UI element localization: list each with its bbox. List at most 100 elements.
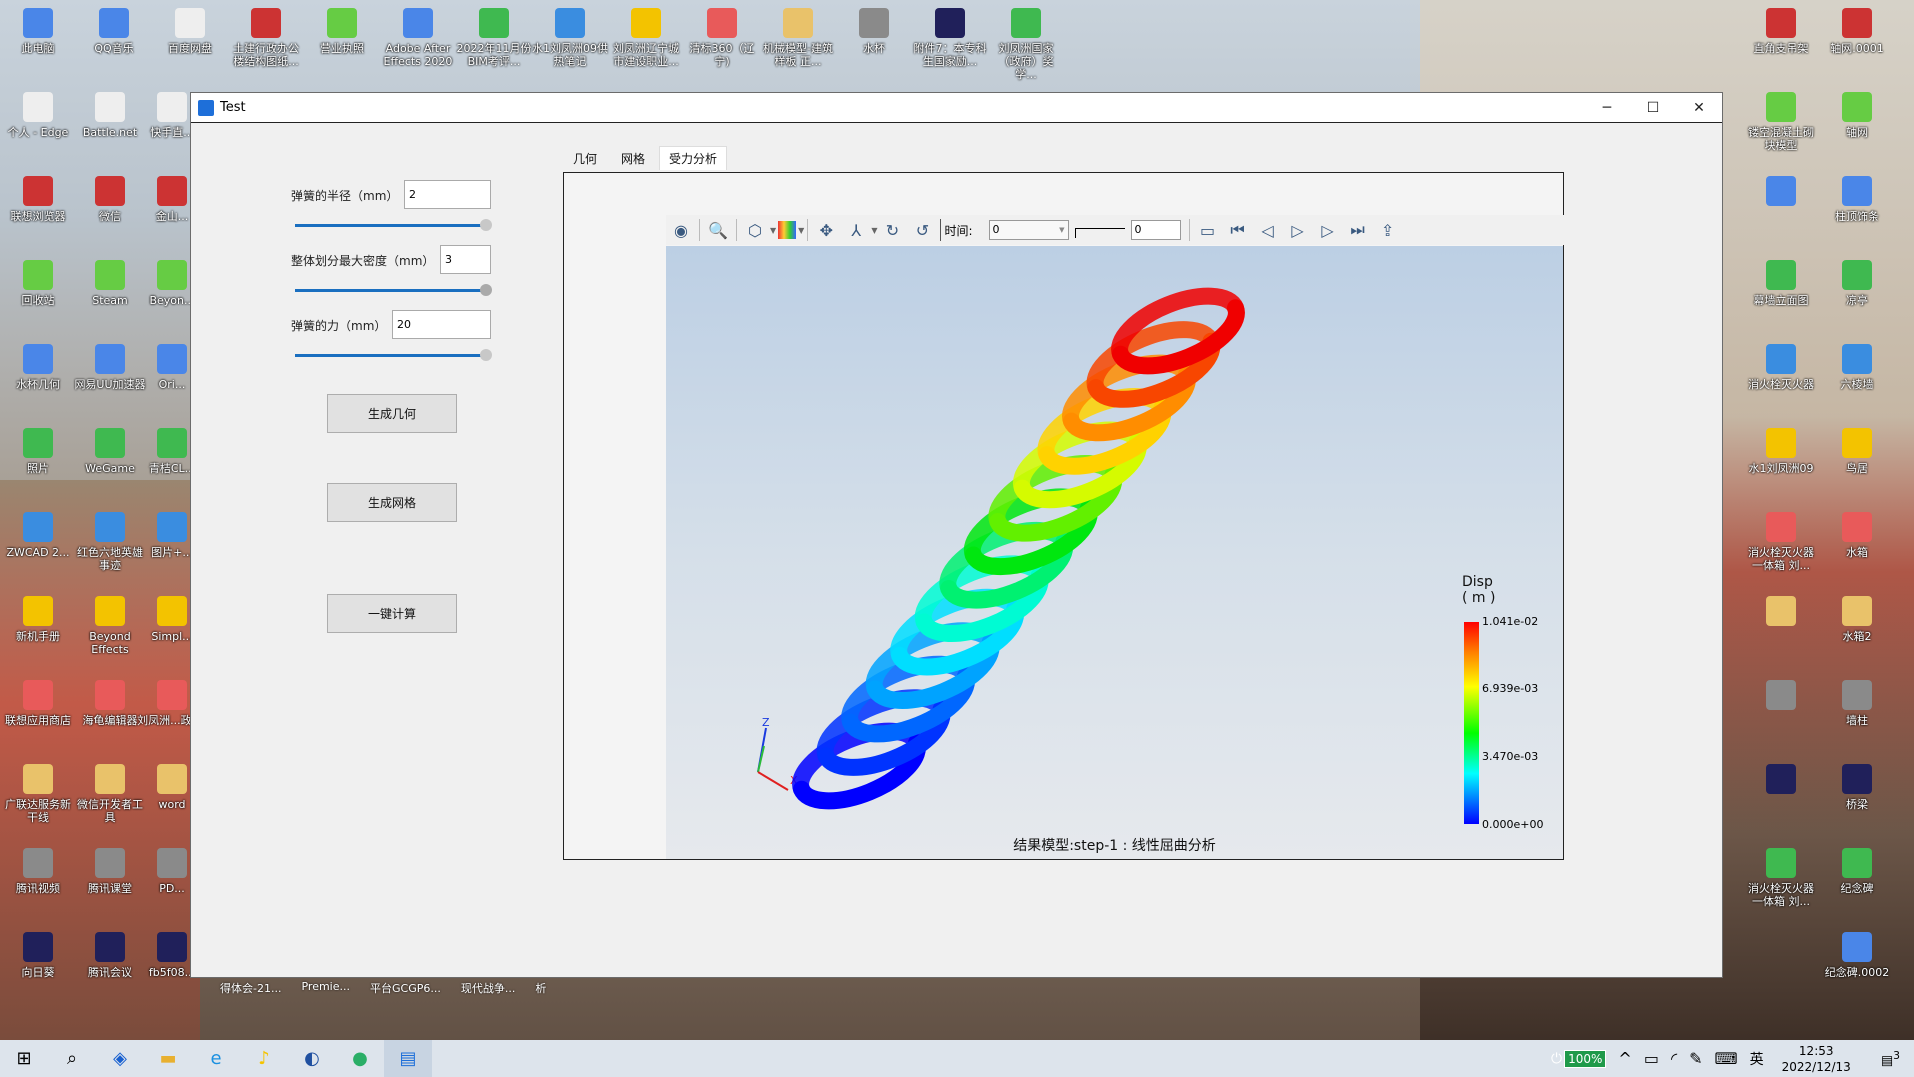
- desktop-icon[interactable]: 鸟居: [1819, 420, 1895, 504]
- desktop-icon[interactable]: 墙柱: [1819, 672, 1895, 756]
- desktop-icon[interactable]: [1743, 168, 1819, 252]
- camera-icon[interactable]: ◉: [668, 218, 694, 242]
- desktop-icon[interactable]: 刘凤洲辽宁城市建设职业...: [608, 0, 684, 84]
- desktop-icon[interactable]: 凉亭: [1819, 252, 1895, 336]
- rotate-ccw-icon[interactable]: ↺: [909, 218, 935, 242]
- desktop-icon[interactable]: 百度网盘: [152, 0, 228, 84]
- zoom-icon[interactable]: 🔍: [705, 218, 731, 242]
- chevron-down-icon[interactable]: ▼: [770, 226, 776, 235]
- desktop-icon[interactable]: 直角支吊架: [1743, 0, 1819, 84]
- desktop-icon[interactable]: 联想应用商店: [0, 672, 76, 756]
- desktop-icon[interactable]: 此电脑: [0, 0, 76, 84]
- force-input[interactable]: 20: [392, 310, 491, 339]
- desktop-icon[interactable]: 柱顶饰条: [1819, 168, 1895, 252]
- chevron-down-icon[interactable]: ▼: [871, 226, 877, 235]
- search-icon[interactable]: ⌕: [48, 1040, 96, 1077]
- desktop-icon[interactable]: 消火栓灭火器一体箱 刘...: [1743, 840, 1819, 924]
- axes-icon[interactable]: ⅄: [843, 218, 869, 242]
- show-hidden-icons[interactable]: ^: [1618, 1049, 1631, 1068]
- desktop-icon[interactable]: 水杯几何: [0, 336, 76, 420]
- desktop-icon[interactable]: 联想浏览器: [0, 168, 76, 252]
- minimize-button[interactable]: ─: [1584, 93, 1630, 123]
- export-icon[interactable]: ⇪: [1375, 218, 1401, 242]
- wifi-icon[interactable]: ◜: [1671, 1049, 1677, 1068]
- desktop-icon[interactable]: [1743, 588, 1819, 672]
- desktop-icon[interactable]: 轴网.0001: [1819, 0, 1895, 84]
- test-app-taskbar-icon[interactable]: ▤: [384, 1040, 432, 1077]
- desktop-icon[interactable]: 六棱墙: [1819, 336, 1895, 420]
- desktop-icon[interactable]: 镂空混凝土砌块模型: [1743, 84, 1819, 168]
- battery-indicator[interactable]: 100%: [1564, 1049, 1607, 1068]
- slider-handle[interactable]: [480, 284, 492, 296]
- desktop-icon[interactable]: 桥梁: [1819, 756, 1895, 840]
- desktop-icon[interactable]: ZWCAD 2...: [0, 504, 76, 588]
- desktop-icon[interactable]: 水箱2: [1819, 588, 1895, 672]
- rotate-cw-icon[interactable]: ↻: [879, 218, 905, 242]
- desktop-icon[interactable]: 机械模型-建筑样板 正...: [760, 0, 836, 84]
- generate-geometry-button[interactable]: 生成几何: [327, 394, 457, 433]
- wechat-icon[interactable]: ●: [336, 1040, 384, 1077]
- desktop-icon[interactable]: Adobe After Effects 2020: [380, 0, 456, 84]
- desktop-icon[interactable]: 析: [535, 980, 546, 996]
- density-input[interactable]: 3: [440, 245, 491, 274]
- chevron-down-icon[interactable]: ▼: [798, 226, 804, 235]
- desktop-icon[interactable]: 照片: [0, 420, 76, 504]
- desktop-icon[interactable]: 清标360（辽宁): [684, 0, 760, 84]
- battery-icon[interactable]: ▭: [1644, 1049, 1659, 1068]
- desktop-icon[interactable]: 消火栓灭火器: [1743, 336, 1819, 420]
- desktop-icon[interactable]: 得体会-21...: [220, 980, 281, 996]
- time-select[interactable]: 0 ▼: [988, 220, 1069, 240]
- desktop-icon[interactable]: [1743, 756, 1819, 840]
- edge-icon[interactable]: e: [192, 1040, 240, 1077]
- fit-view-icon[interactable]: ✥: [813, 218, 839, 242]
- density-slider[interactable]: [295, 284, 492, 296]
- file-explorer-icon[interactable]: ▬: [144, 1040, 192, 1077]
- desktop-icon[interactable]: 附件7：本专科生国家励...: [912, 0, 988, 84]
- radius-slider[interactable]: [295, 219, 492, 231]
- desktop-icon[interactable]: 消火栓灭火器一体箱 刘...: [1743, 504, 1819, 588]
- browser-icon[interactable]: ◐: [288, 1040, 336, 1077]
- record-icon[interactable]: ▭: [1195, 218, 1221, 242]
- desktop-icon[interactable]: 轴网: [1819, 84, 1895, 168]
- desktop-icon[interactable]: Premie...: [301, 980, 350, 996]
- first-frame-icon[interactable]: ⏮: [1225, 218, 1251, 242]
- desktop-icon[interactable]: QQ音乐: [76, 0, 152, 84]
- desktop-icon[interactable]: 水1刘凤洲09供热笔记: [532, 0, 608, 84]
- desktop-icon[interactable]: 营业执照: [304, 0, 380, 84]
- slider-handle[interactable]: [480, 349, 492, 361]
- desktop-icon[interactable]: 个人 - Edge: [0, 84, 76, 168]
- desktop-icon[interactable]: 向日葵: [0, 924, 76, 1008]
- desktop-icon[interactable]: 回收站: [0, 252, 76, 336]
- desktop-icon[interactable]: 新机手册: [0, 588, 76, 672]
- keyboard-icon[interactable]: ⌨: [1715, 1049, 1738, 1068]
- last-frame-icon[interactable]: ⏭: [1345, 218, 1371, 242]
- notification-icon[interactable]: ▤3: [1881, 1049, 1900, 1068]
- step-spinbox[interactable]: 0: [1130, 220, 1181, 240]
- desktop-icon[interactable]: 腾讯视频: [0, 840, 76, 924]
- desktop-icon[interactable]: 刘凤洲国家（政府）奖学...: [988, 0, 1064, 84]
- radius-input[interactable]: 2: [404, 180, 491, 209]
- contour-icon[interactable]: [778, 221, 797, 239]
- tab-mesh[interactable]: 网格: [611, 146, 655, 170]
- pen-icon[interactable]: ✎: [1689, 1049, 1702, 1068]
- desktop-icon[interactable]: 现代战争...: [461, 980, 516, 996]
- compute-button[interactable]: 一键计算: [327, 594, 457, 633]
- desktop-icon[interactable]: 纪念碑: [1819, 840, 1895, 924]
- start-icon[interactable]: ⊞: [0, 1040, 48, 1077]
- desktop-icon[interactable]: 水1刘凤洲09: [1743, 420, 1819, 504]
- ime-indicator[interactable]: 英: [1750, 1049, 1764, 1069]
- desktop-icon[interactable]: 纪念碑.0002: [1819, 924, 1895, 1008]
- clock[interactable]: 12:53 2022/12/13: [1782, 1043, 1851, 1075]
- force-slider[interactable]: [295, 349, 492, 361]
- section-icon[interactable]: ⬡: [742, 218, 768, 242]
- tab-analysis[interactable]: 受力分析: [659, 146, 727, 170]
- desktop-icon[interactable]: 土建行政办公楼结构图纸...: [228, 0, 304, 84]
- security-app-icon[interactable]: ◈: [96, 1040, 144, 1077]
- desktop-icon[interactable]: 平台GCGP6...: [370, 980, 441, 996]
- prev-frame-icon[interactable]: ◁: [1255, 218, 1281, 242]
- close-button[interactable]: ✕: [1676, 93, 1722, 123]
- desktop-icon[interactable]: 广联达服务新干线: [0, 756, 76, 840]
- desktop-icon[interactable]: 2022年11月份BIM考评...: [456, 0, 532, 84]
- tab-geometry[interactable]: 几何: [565, 146, 605, 170]
- qq-music-icon[interactable]: ♪: [240, 1040, 288, 1077]
